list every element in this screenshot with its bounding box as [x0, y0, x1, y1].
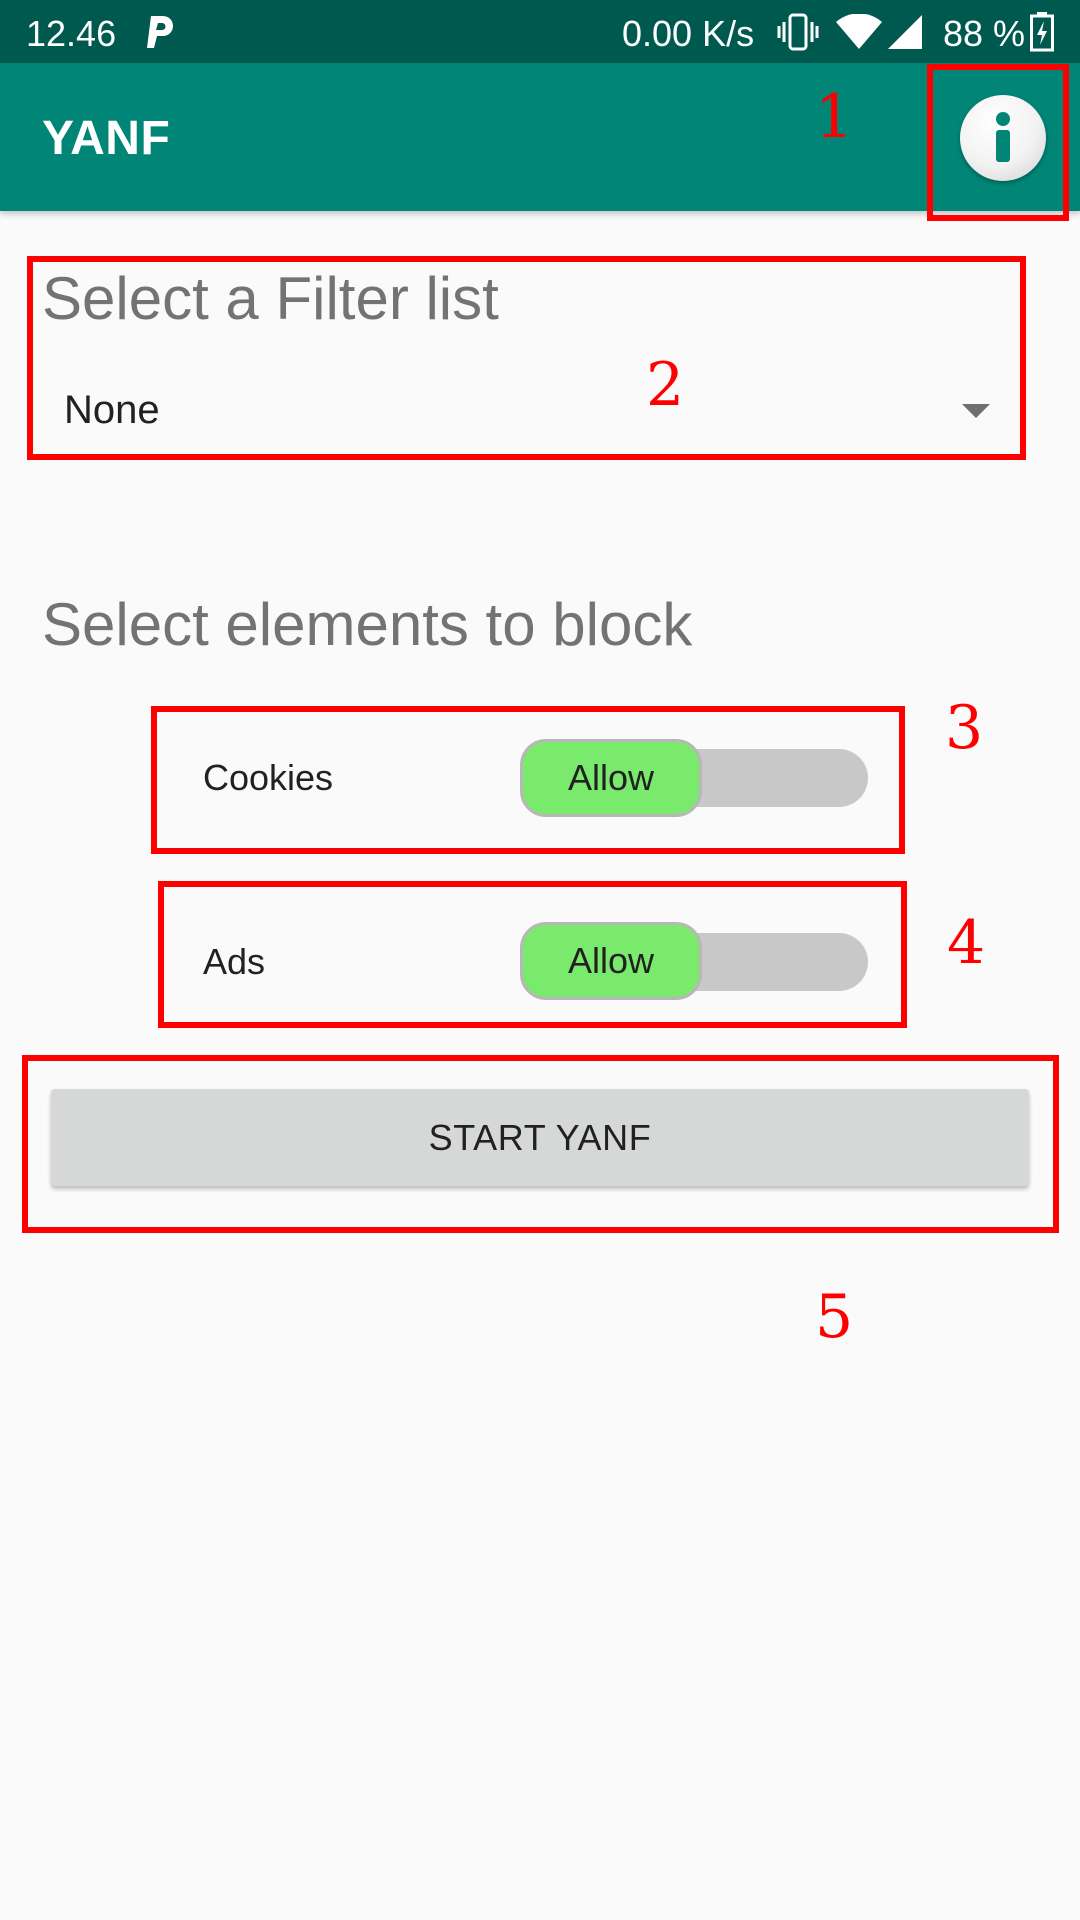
start-yanf-button[interactable]: START YANF [51, 1089, 1029, 1186]
ads-label: Ads [203, 941, 266, 982]
filter-section-title: Select a Filter list [42, 265, 499, 332]
annotation-number-5: 5 [815, 1282, 854, 1352]
p-icon [147, 16, 173, 48]
wifi-icon [836, 14, 882, 49]
battery-level: 88 % [943, 13, 1026, 54]
toggle-thumb: Allow [520, 922, 702, 1000]
toggle-label: Allow [567, 757, 655, 798]
annotation-number-1: 1 [815, 82, 854, 152]
app-title: YANF [42, 112, 171, 165]
app-bar: YANF [0, 63, 1080, 211]
toggle-label: Allow [567, 940, 655, 981]
status-time: 12.46 [26, 13, 117, 54]
cookies-label: Cookies [203, 757, 334, 798]
battery-charging-icon [1030, 12, 1054, 52]
block-section-title: Select elements to block [42, 591, 693, 658]
dropdown-arrow-icon [962, 404, 990, 418]
annotation-box-1 [927, 64, 1069, 221]
annotation-number-2: 2 [646, 350, 685, 420]
status-bar: 12.46 0.00 K/s 88 % [0, 0, 1080, 63]
annotation-number-3: 3 [945, 693, 984, 763]
toggle-thumb: Allow [520, 739, 702, 817]
vibrate-icon [777, 13, 819, 51]
filter-list-selected-value: None [64, 388, 160, 432]
signal-icon [888, 15, 922, 49]
annotation-number-4: 4 [947, 908, 986, 978]
network-speed: 0.00 K/s [622, 13, 755, 54]
